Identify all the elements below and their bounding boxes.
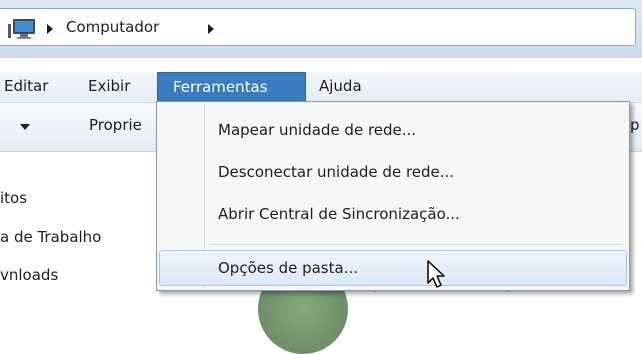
menu-exibir[interactable]: Exibir [80,72,138,102]
nav-item-favoritos[interactable]: itos [0,189,27,207]
computer-icon [8,19,35,39]
menu-ajuda-label: Ajuda [319,77,362,95]
breadcrumb-chevron-icon[interactable] [208,24,214,34]
address-bar[interactable]: Computador [0,8,636,46]
menu-ferramentas[interactable]: Ferramentas [157,72,306,102]
breadcrumb-chevron-icon[interactable] [47,24,53,34]
menu-item-map-network-drive[interactable]: Mapear unidade de rede... [159,112,627,148]
address-area: Computador [0,0,642,58]
menu-ferramentas-label: Ferramentas [173,78,268,96]
properties-button[interactable]: Proprie [89,116,142,134]
menu-exibir-label: Exibir [88,77,131,95]
menu-separator [209,244,623,246]
toolbar-right-button[interactable]: p [630,116,640,134]
menu-bar: Editar Exibir Ferramentas Ajuda [0,72,642,103]
menu-editar[interactable]: Editar [0,72,56,102]
tools-dropdown-menu: Mapear unidade de rede... Desconectar un… [156,101,630,291]
menu-item-label: Desconectar unidade de rede... [218,163,455,181]
menu-item-label: Abrir Central de Sincronização... [218,205,460,223]
menu-item-label: Opções de pasta... [218,259,358,277]
nav-item-area-de-trabalho[interactable]: a de Trabalho [0,228,101,246]
menu-item-folder-options[interactable]: Opções de pasta... [159,250,627,286]
menu-item-label: Mapear unidade de rede... [218,121,417,139]
menu-editar-label: Editar [4,77,49,95]
mouse-cursor-icon [427,260,445,288]
menu-item-disconnect-network-drive[interactable]: Desconectar unidade de rede... [159,154,627,190]
menu-ajuda[interactable]: Ajuda [311,72,370,102]
chevron-down-icon[interactable] [20,124,30,130]
nav-item-downloads[interactable]: vnloads [0,266,58,284]
menu-item-open-sync-center[interactable]: Abrir Central de Sincronização... [159,196,627,232]
breadcrumb-computador[interactable]: Computador [66,18,159,36]
